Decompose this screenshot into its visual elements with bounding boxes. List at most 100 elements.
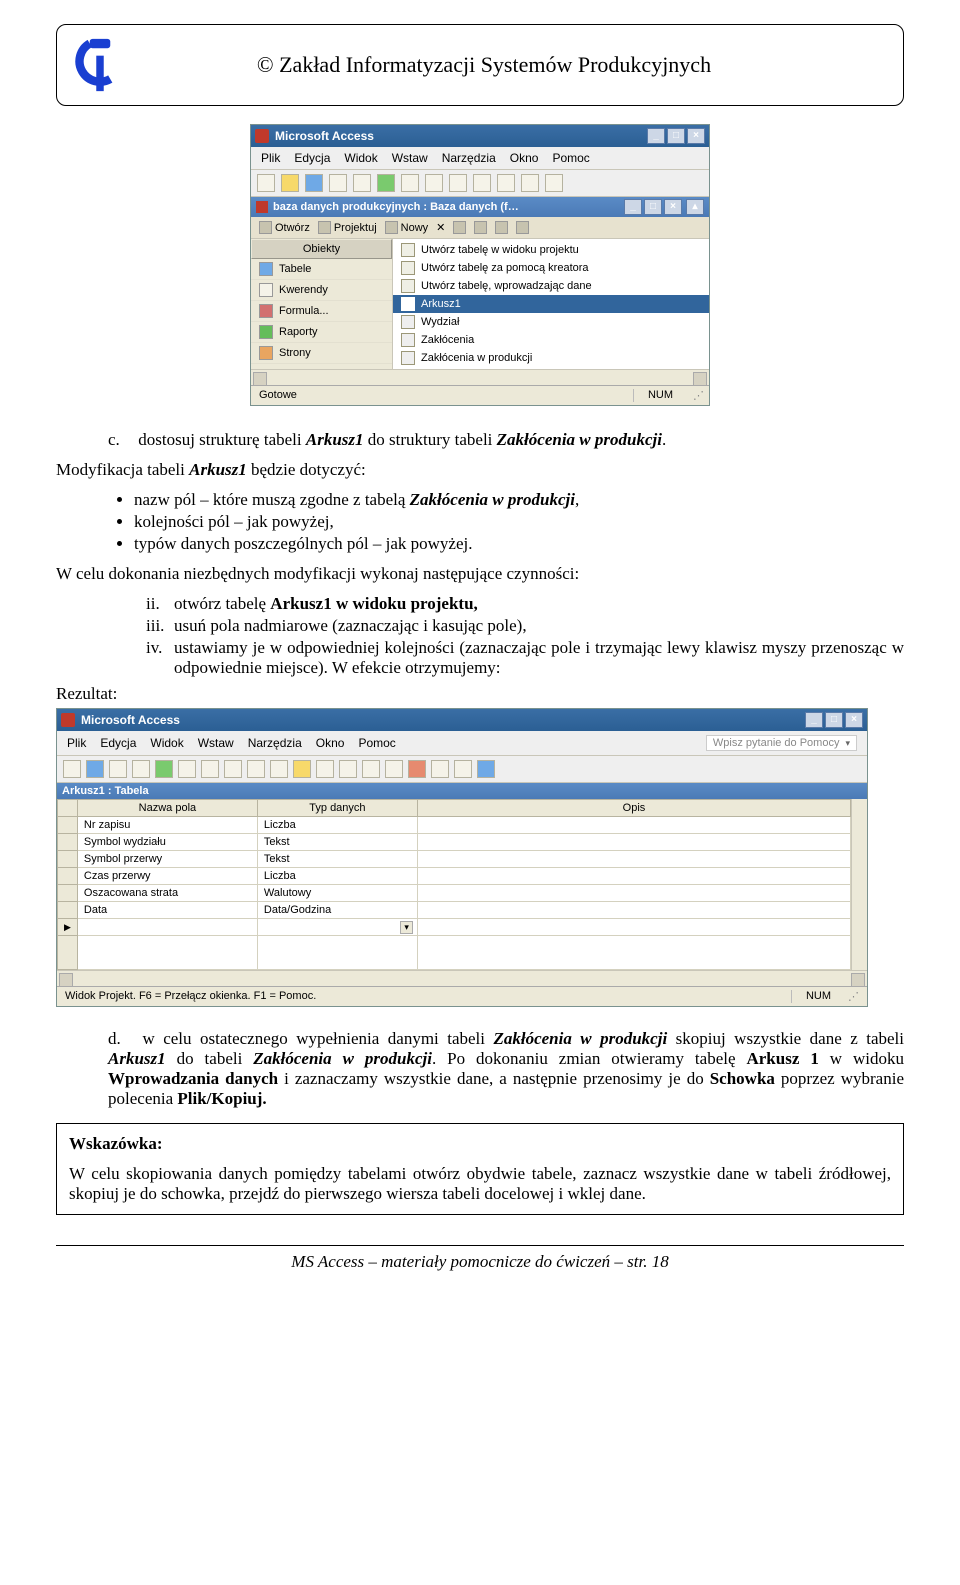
design-button[interactable]: Projektuj (318, 221, 377, 234)
toolbar-2 (57, 756, 867, 783)
horizontal-scrollbar-2[interactable] (57, 970, 867, 986)
build-icon[interactable] (408, 760, 426, 778)
page-icon (259, 346, 273, 360)
spell-icon[interactable] (155, 760, 173, 778)
menu-plik[interactable]: Plik (67, 736, 86, 750)
vertical-scrollbar[interactable] (851, 799, 867, 970)
menu-narzedzia[interactable]: Narzędzia (248, 736, 302, 750)
close-button[interactable]: × (845, 712, 863, 728)
menu-widok[interactable]: Widok (150, 736, 183, 750)
undo-icon[interactable] (247, 760, 265, 778)
table-row[interactable]: Symbol przerwyTekst (58, 851, 851, 868)
list-item[interactable]: Utwórz tabelę w widoku projektu (393, 241, 709, 259)
links-icon[interactable] (497, 174, 515, 192)
open-icon[interactable] (281, 174, 299, 192)
list-item-arkusz1[interactable]: Arkusz1 (393, 295, 709, 313)
menu-narzedzia[interactable]: Narzędzia (442, 151, 496, 165)
list-item[interactable]: Zakłócenia w produkcji (393, 349, 709, 367)
copy-icon[interactable] (201, 760, 219, 778)
table-row[interactable]: Nr zapisuLiczba (58, 817, 851, 834)
open-button[interactable]: Otwórz (259, 221, 310, 234)
table-row-empty[interactable] (58, 936, 851, 970)
minimize-button[interactable]: _ (805, 712, 823, 728)
print-icon[interactable] (109, 760, 127, 778)
db-close-button[interactable]: × (664, 199, 682, 215)
indexes-icon[interactable] (362, 760, 380, 778)
key-icon[interactable] (293, 760, 311, 778)
db-maximize-button[interactable]: □ (644, 199, 662, 215)
table-icon (259, 262, 273, 276)
print-icon[interactable] (329, 174, 347, 192)
menu-plik[interactable]: Plik (261, 151, 280, 165)
object-tabele[interactable]: Tabele (251, 259, 392, 280)
db-body: Obiekty Tabele Kwerendy Formula... Rapor… (251, 239, 709, 369)
table-row[interactable]: Symbol wydziałuTekst (58, 834, 851, 851)
table-title: Arkusz1 : Tabela (62, 785, 149, 797)
copy-icon[interactable] (425, 174, 443, 192)
menu-widok[interactable]: Widok (344, 151, 377, 165)
view-list-icon[interactable] (495, 221, 508, 234)
view-large-icon[interactable] (453, 221, 466, 234)
undo-icon[interactable] (473, 174, 491, 192)
paste-icon[interactable] (224, 760, 242, 778)
list-item[interactable]: Utwórz tabelę za pomocą kreatora (393, 259, 709, 277)
props-icon[interactable] (385, 760, 403, 778)
menu-edycja[interactable]: Edycja (294, 151, 330, 165)
table-icon (401, 333, 415, 347)
rel-icon[interactable] (545, 174, 563, 192)
menu-wstaw[interactable]: Wstaw (198, 736, 234, 750)
view-details-icon[interactable] (516, 221, 529, 234)
redo-icon[interactable] (270, 760, 288, 778)
db-window-icon[interactable] (431, 760, 449, 778)
object-formularze[interactable]: Formula... (251, 301, 392, 322)
cut-icon[interactable] (401, 174, 419, 192)
cut-icon[interactable] (178, 760, 196, 778)
maximize-button[interactable]: □ (825, 712, 843, 728)
arrow-up-icon[interactable]: ▴ (686, 199, 704, 215)
delete-icon[interactable]: ✕ (436, 221, 445, 234)
horizontal-scrollbar[interactable] (251, 369, 709, 385)
object-kwerendy[interactable]: Kwerendy (251, 280, 392, 301)
resize-grip-icon[interactable]: ⋰ (687, 389, 701, 402)
insert-row-icon[interactable] (316, 760, 334, 778)
new-button[interactable]: Nowy (385, 221, 429, 234)
menu-edycja[interactable]: Edycja (100, 736, 136, 750)
preview-icon[interactable] (353, 174, 371, 192)
minimize-button[interactable]: _ (647, 128, 665, 144)
analyze-icon[interactable] (521, 174, 539, 192)
delete-row-icon[interactable] (339, 760, 357, 778)
view-small-icon[interactable] (474, 221, 487, 234)
object-raporty[interactable]: Raporty (251, 322, 392, 343)
save-icon[interactable] (86, 760, 104, 778)
spell-icon[interactable] (377, 174, 395, 192)
save-icon[interactable] (305, 174, 323, 192)
table-row[interactable]: DataData/Godzina (58, 902, 851, 919)
table-row[interactable]: Oszacowana strataWalutowy (58, 885, 851, 902)
help-search-input[interactable]: Wpisz pytanie do Pomocy (706, 735, 857, 751)
new-icon[interactable] (257, 174, 275, 192)
menu-pomoc[interactable]: Pomoc (358, 736, 395, 750)
close-button[interactable]: × (687, 128, 705, 144)
list-item[interactable]: Wydział (393, 313, 709, 331)
view-icon[interactable] (63, 760, 81, 778)
list-item[interactable]: Zakłócenia (393, 331, 709, 349)
menu-pomoc[interactable]: Pomoc (552, 151, 589, 165)
new-obj-icon[interactable] (454, 760, 472, 778)
list-item[interactable]: Utwórz tabelę, wprowadzając dane (393, 277, 709, 295)
menu-okno[interactable]: Okno (316, 736, 345, 750)
list-panel: Utwórz tabelę w widoku projektu Utwórz t… (393, 239, 709, 369)
menu-okno[interactable]: Okno (510, 151, 539, 165)
table-row[interactable]: Czas przerwyLiczba (58, 868, 851, 885)
statusbar-1: Gotowe NUM ⋰ (251, 385, 709, 405)
table-row-current[interactable] (58, 919, 851, 936)
access-window-2: Microsoft Access _ □ × Plik Edycja Widok… (56, 708, 868, 1007)
paste-icon[interactable] (449, 174, 467, 192)
object-strony[interactable]: Strony (251, 343, 392, 364)
db-minimize-button[interactable]: _ (624, 199, 642, 215)
maximize-button[interactable]: □ (667, 128, 685, 144)
resize-grip-icon[interactable]: ⋰ (845, 990, 859, 1003)
help-icon[interactable] (477, 760, 495, 778)
preview-icon[interactable] (132, 760, 150, 778)
titlebar-1: Microsoft Access _ □ × (251, 125, 709, 147)
menu-wstaw[interactable]: Wstaw (392, 151, 428, 165)
